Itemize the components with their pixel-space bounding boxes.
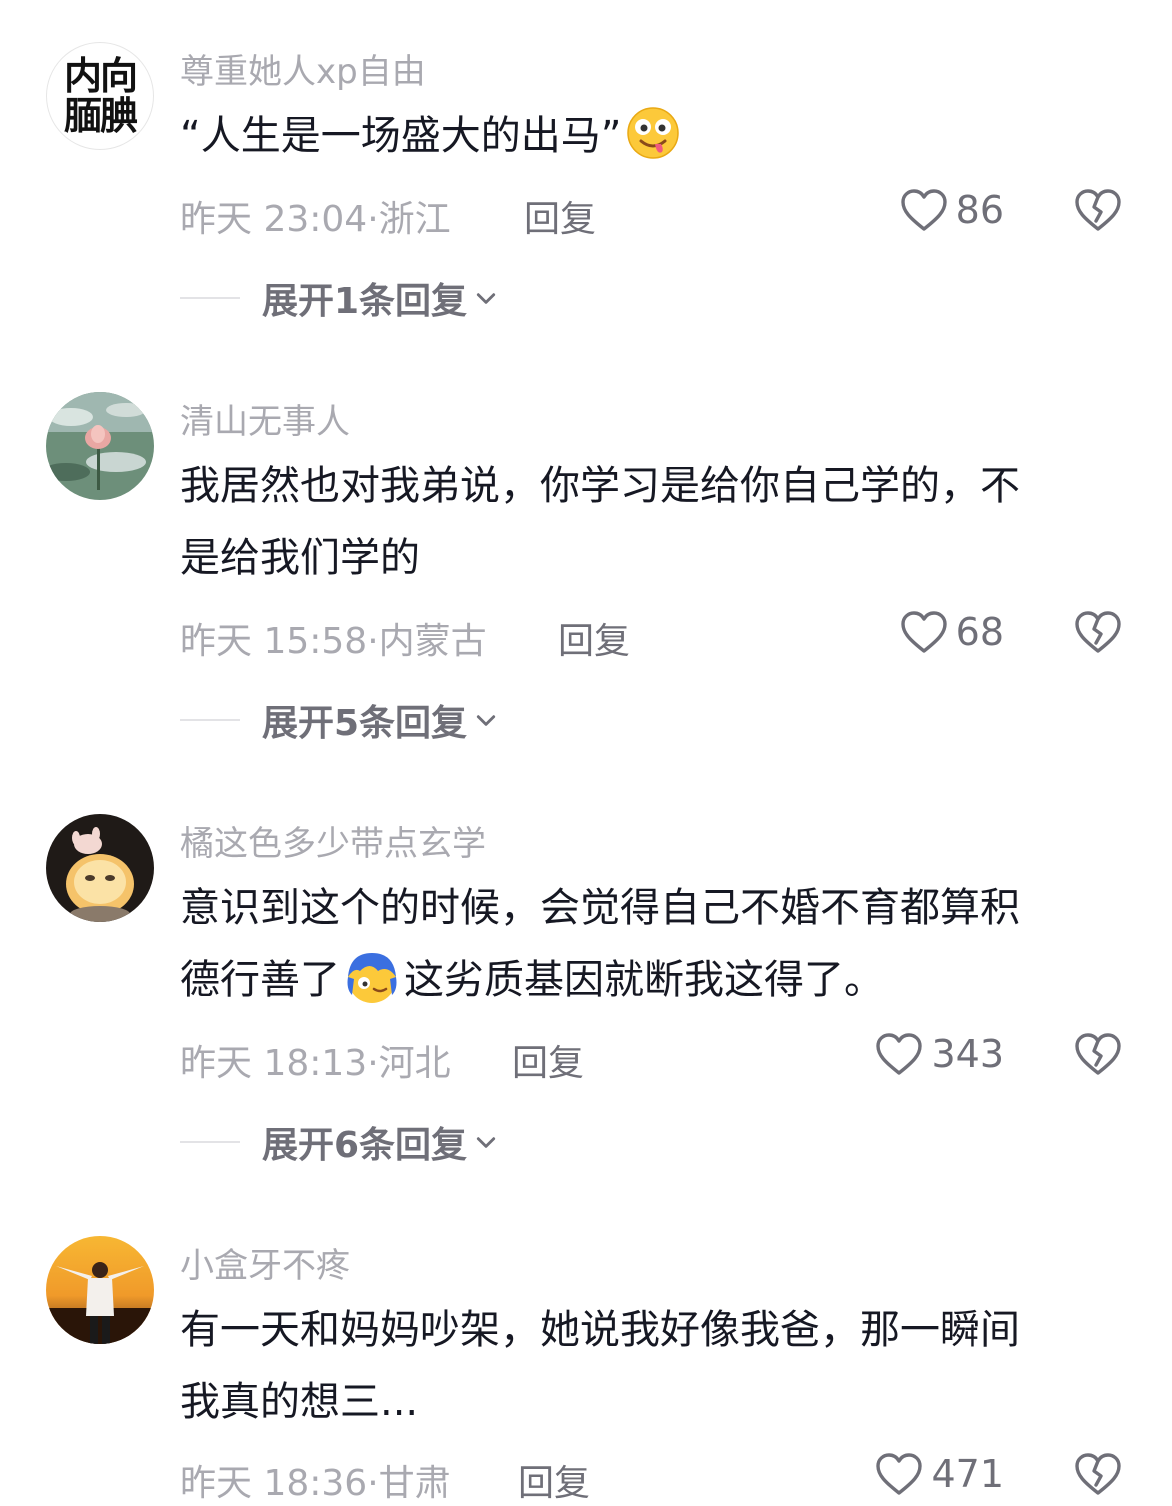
meta-separator: · — [367, 1043, 379, 1084]
avatar-text-line: 内向 — [63, 54, 138, 98]
username[interactable]: 尊重她人xp自由 — [180, 44, 426, 93]
comment-time: 昨天 23:04 — [180, 199, 368, 240]
comment-text-line: 我真的想三... — [180, 1379, 419, 1425]
comment-meta: 昨天 23:04·浙江 — [180, 190, 451, 242]
expand-replies-label: 展开1条回复 — [262, 281, 468, 322]
comment-meta: 昨天 18:13·河北 — [180, 1034, 451, 1086]
heart-icon — [875, 1032, 923, 1076]
expand-replies-button[interactable]: 展开1条回复 — [180, 272, 497, 324]
sunset-person-avatar — [46, 1236, 154, 1344]
like-button[interactable]: 471 — [875, 1452, 1004, 1496]
like-button[interactable]: 86 — [900, 188, 1004, 232]
like-count: 86 — [955, 188, 1004, 232]
comment-meta: 昨天 18:36·甘肃 — [180, 1454, 451, 1506]
glowing-pet-avatar — [46, 814, 154, 922]
comment-text-line: 我居然也对我弟说，你学习是给你自己学的，不 — [180, 463, 1020, 509]
expand-replies-label: 展开6条回复 — [262, 1125, 468, 1166]
chevron-down-icon — [475, 712, 497, 728]
expand-replies-button[interactable]: 展开6条回复 — [180, 1116, 497, 1168]
avatar[interactable] — [46, 814, 154, 922]
username[interactable]: 橘这色多少带点玄学 — [180, 816, 486, 865]
expand-replies-button[interactable]: 展开5条回复 — [180, 694, 497, 746]
comment-text-line: 德行善了 — [180, 957, 340, 1003]
reply-button[interactable]: 回复 — [558, 612, 630, 664]
comment-meta: 昨天 15:58·内蒙古 — [180, 612, 487, 664]
avatar[interactable] — [46, 1236, 154, 1344]
expand-replies-label: 展开5条回复 — [262, 703, 468, 744]
avatar[interactable] — [46, 392, 154, 500]
username[interactable]: 清山无事人 — [180, 394, 350, 443]
reply-button[interactable]: 回复 — [524, 190, 596, 242]
like-count: 343 — [931, 1032, 1004, 1076]
divider — [180, 1141, 240, 1143]
meta-separator: · — [367, 199, 379, 240]
divider — [180, 719, 240, 721]
comment-text-line: 是给我们学的 — [180, 535, 420, 581]
heart-icon — [875, 1452, 923, 1496]
broken-heart-icon[interactable] — [1074, 1032, 1122, 1076]
comment-location: 内蒙古 — [378, 621, 487, 662]
like-button[interactable]: 68 — [900, 610, 1004, 654]
comment-location: 浙江 — [378, 199, 451, 240]
comment-text-line: 意识到这个的时候，会觉得自己不婚不育都算积 — [180, 885, 1020, 931]
meta-separator: · — [367, 1463, 379, 1504]
comment-time: 昨天 18:13 — [180, 1043, 368, 1084]
avatar[interactable]: 内向 腼腆 — [46, 42, 154, 150]
comment-time: 昨天 18:36 — [180, 1463, 368, 1504]
like-button[interactable]: 343 — [875, 1032, 1004, 1076]
comment-text: 意识到这个的时候，会觉得自己不婚不育都算积 德行善了 这劣质基因就断我这得了。 — [180, 872, 1120, 1016]
username[interactable]: 小盒牙不疼 — [180, 1238, 350, 1287]
broken-heart-icon[interactable] — [1074, 1452, 1122, 1496]
lotus-pond-avatar — [46, 392, 154, 500]
chevron-down-icon — [475, 1134, 497, 1150]
broken-heart-icon[interactable] — [1074, 188, 1122, 232]
like-count: 68 — [955, 610, 1004, 654]
avatar-text-line: 腼腆 — [63, 94, 138, 138]
heart-icon — [900, 188, 948, 232]
reply-button[interactable]: 回复 — [512, 1034, 584, 1086]
comment-location: 甘肃 — [378, 1463, 451, 1504]
heart-icon — [900, 610, 948, 654]
chevron-down-icon — [475, 290, 497, 306]
comment-text-line: 这劣质基因就断我这得了。 — [404, 957, 884, 1003]
comment-text: 有一天和妈妈吵架，她说我好像我爸，那一瞬间 我真的想三... — [180, 1294, 1120, 1438]
like-count: 471 — [931, 1452, 1004, 1496]
comment-text: “人生是一场盛大的出马” — [180, 100, 1120, 172]
comment-time: 昨天 15:58 — [180, 621, 368, 662]
comment-text-line: “人生是一场盛大的出马” — [180, 113, 622, 159]
divider — [180, 297, 240, 299]
comment-location: 河北 — [378, 1043, 451, 1084]
broken-heart-icon[interactable] — [1074, 610, 1122, 654]
blue-hair-face-icon — [347, 953, 397, 1003]
drooling-face-icon — [627, 107, 680, 159]
reply-button[interactable]: 回复 — [518, 1454, 590, 1506]
meta-separator: · — [367, 621, 379, 662]
comment-text-line: 有一天和妈妈吵架，她说我好像我爸，那一瞬间 — [180, 1307, 1020, 1353]
comment-text: 我居然也对我弟说，你学习是给你自己学的，不 是给我们学的 — [180, 450, 1120, 594]
